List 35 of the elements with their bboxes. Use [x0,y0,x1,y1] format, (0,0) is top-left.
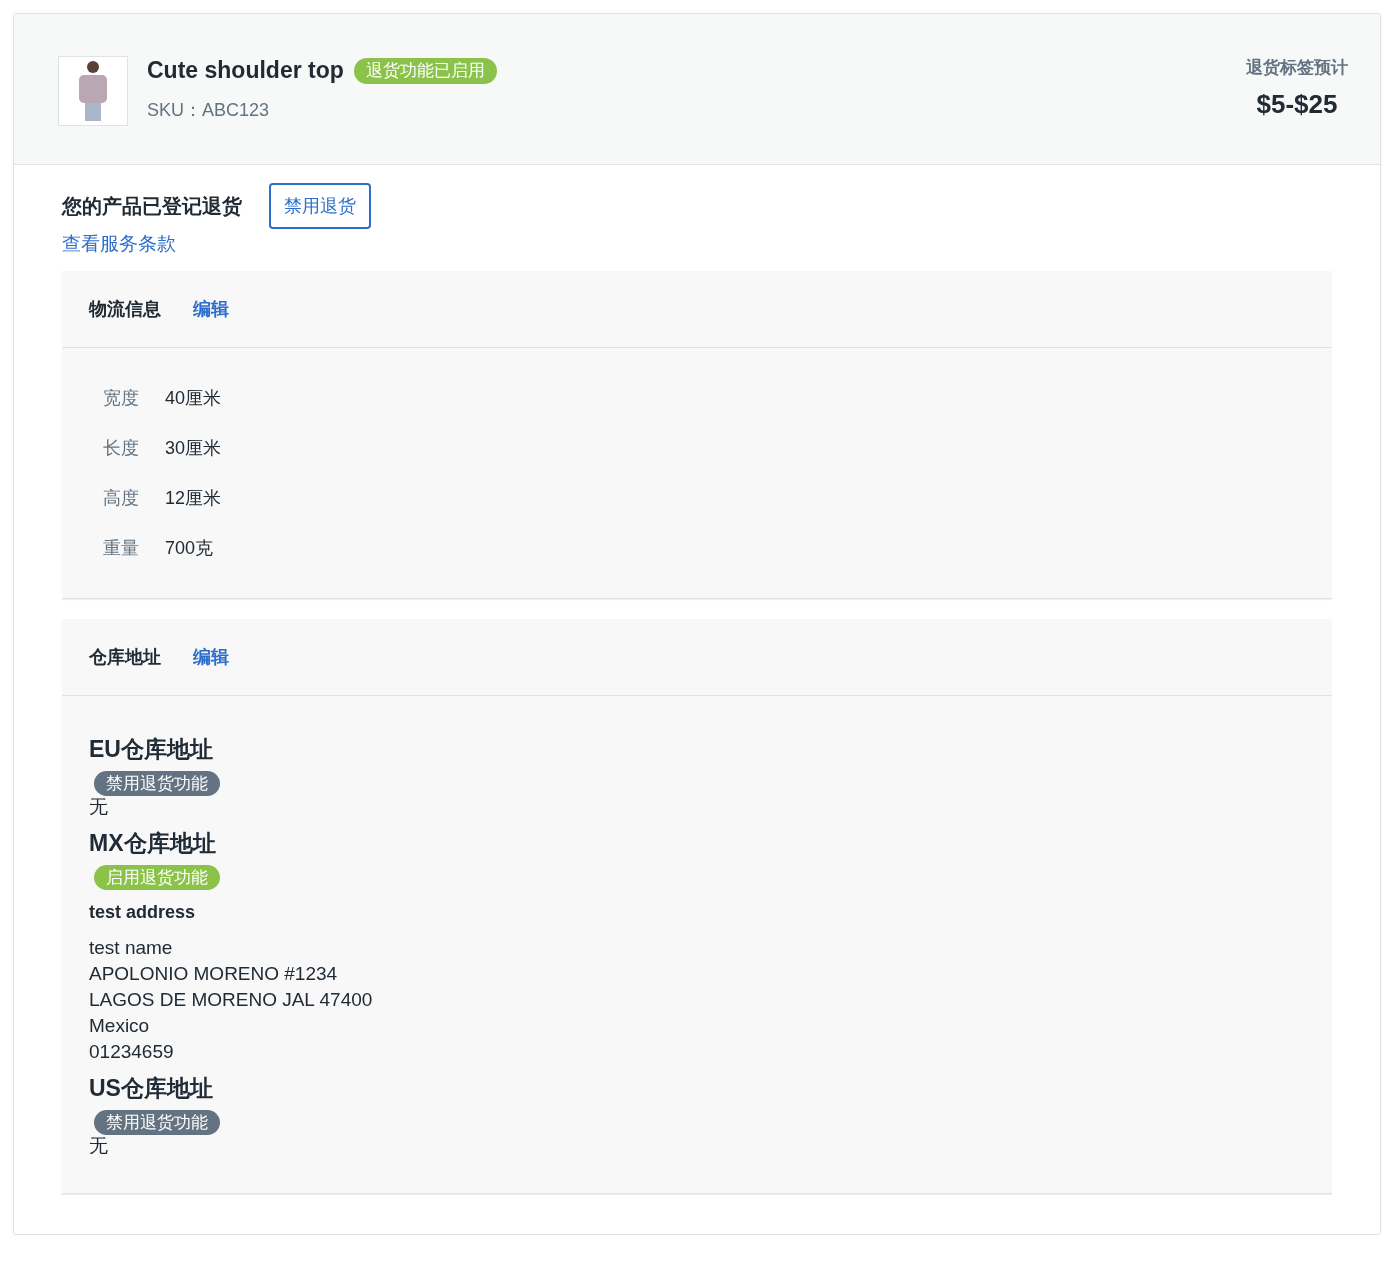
none-text: 无 [89,1134,109,1158]
field-value: 700克 [165,537,215,560]
field-label: 长度 [103,437,139,460]
field-label: 宽度 [103,387,139,410]
edit-link[interactable]: 编辑 [193,645,229,669]
panel-title: 物流信息 [89,298,161,321]
product-photo-placeholder [58,56,128,126]
estimate-label: 退货标签预计 [1246,57,1348,79]
address-line: Mexico [89,1014,151,1038]
sku-text: SKU：ABC123 [147,99,271,122]
address-line: 01234659 [89,1040,175,1064]
terms-link[interactable]: 查看服务条款 [62,231,176,257]
status-badge: 退货功能已启用 [353,57,497,84]
panel-title: 仓库地址 [89,646,161,669]
field-value: 40厘米 [165,387,223,410]
none-text: 无 [89,795,109,819]
address-line: LAGOS DE MORENO JAL 47400 [89,988,374,1012]
edit-link[interactable]: 编辑 [193,297,229,321]
field-value: 30厘米 [165,437,223,460]
address-line: test name [89,936,174,960]
registration-title: 您的产品已登记退货 [62,193,242,219]
address-name: test address [89,902,197,923]
field-value: 12厘米 [165,487,223,510]
warehouse-title: EU仓库地址 [89,735,214,764]
return-status-badge: 启用退货功能 [94,865,220,890]
return-status-badge: 禁用退货功能 [94,771,220,796]
warehouse-title: US仓库地址 [89,1074,214,1103]
field-label: 重量 [103,537,139,560]
estimate-value: $5-$25 [1255,89,1339,120]
disable-returns-button[interactable]: 禁用退货 [269,183,371,229]
return-status-badge: 禁用退货功能 [94,1110,220,1135]
warehouse-title: MX仓库地址 [89,829,217,858]
product-name: Cute shoulder top [147,57,344,84]
address-line: APOLONIO MORENO #1234 [89,962,339,986]
field-label: 高度 [103,487,139,510]
